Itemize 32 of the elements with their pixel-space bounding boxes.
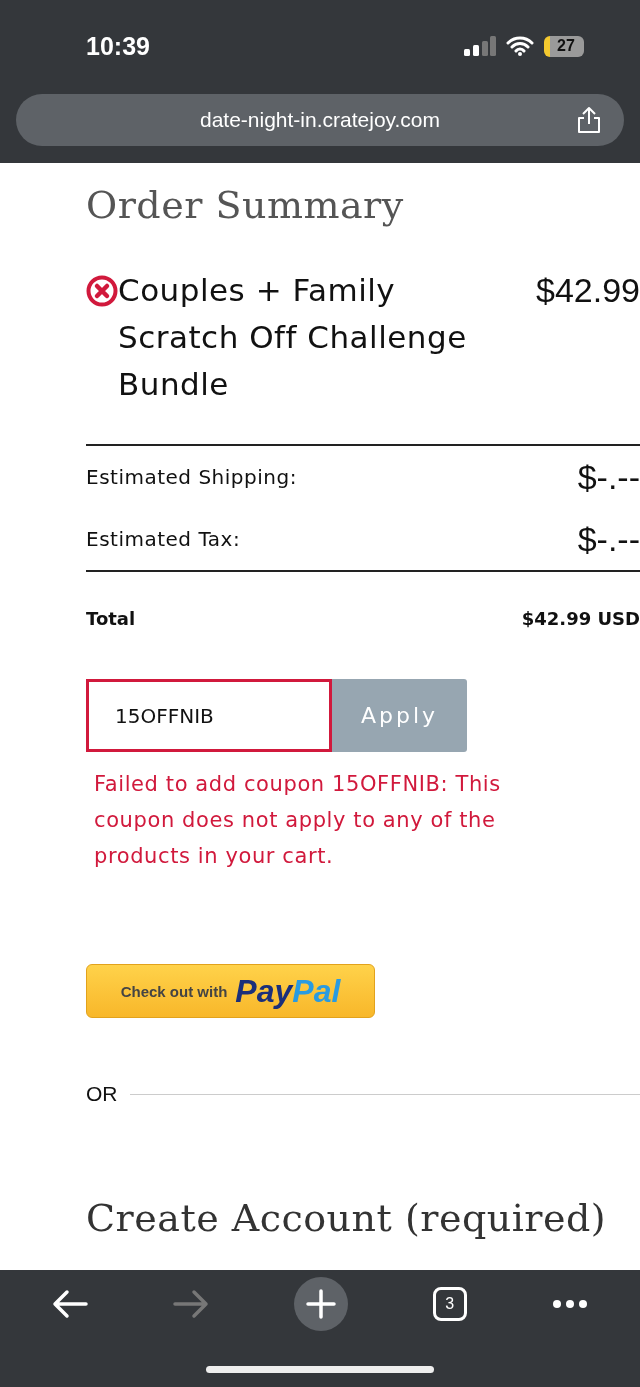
summary-value: $-.-- [577, 457, 640, 497]
share-icon[interactable] [576, 106, 602, 134]
total-value: $42.99 USD [521, 608, 640, 629]
paypal-logo: PayPal [235, 972, 341, 1010]
more-button[interactable] [551, 1299, 588, 1309]
signal-icon [464, 36, 496, 56]
error-message: Failed to add coupon 15OFFNIB: This coupon does not apply to any of the products in your cart. [94, 771, 502, 870]
status-time: 10:39 [86, 31, 150, 61]
paypal-button[interactable]: Check out with PayPal [86, 964, 375, 1018]
plus-icon [306, 1289, 336, 1319]
new-tab-button[interactable] [294, 1277, 348, 1331]
address-bar[interactable]: date-night-in.cratejoy.com [16, 94, 624, 146]
url-text: date-night-in.cratejoy.com [199, 108, 441, 132]
section-title: Order Summary [86, 183, 405, 227]
wifi-icon [506, 36, 534, 56]
back-button[interactable] [52, 1289, 89, 1319]
tabs-button[interactable]: 3 [432, 1287, 467, 1321]
paypal-label: Check out with [120, 982, 228, 1000]
back-arrow-icon [52, 1289, 89, 1319]
product-price: $42.99 [536, 270, 640, 311]
more-icon [551, 1299, 588, 1309]
total-label: Total [86, 608, 136, 629]
summary-value: $-.-- [577, 519, 640, 559]
divider-label: OR [86, 1082, 118, 1106]
coupon-field[interactable]: 15OFFNIB [86, 679, 332, 752]
forward-arrow-icon [173, 1289, 210, 1319]
summary-label: Estimated Shipping: [86, 465, 297, 489]
product-name: Couples + Family Scratch Off Challenge Bundle [118, 271, 468, 404]
section-title: Create Account (required) [86, 1196, 608, 1240]
battery-level: 27 [544, 35, 584, 57]
remove-icon[interactable] [86, 275, 118, 307]
summary-label: Estimated Tax: [86, 527, 241, 551]
